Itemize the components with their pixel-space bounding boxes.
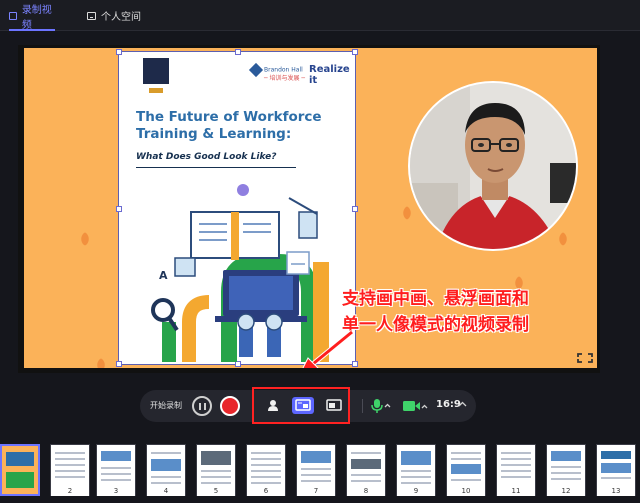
thumbnail-page[interactable]: 8 — [346, 444, 386, 496]
slide-preview: Brandon Hall ─ 培训与发展 ─ Realize it The Fu… — [24, 48, 597, 368]
tab-personal-space[interactable]: 个人空间 — [87, 0, 147, 31]
thumbnail-page[interactable]: 10 — [446, 444, 486, 496]
page-thumbnail-strip: 2 3 4 5 6 7 8 9 10 11 12 13 — [0, 440, 640, 503]
resize-handle[interactable] — [116, 206, 122, 212]
thumbnail-page[interactable]: 3 — [96, 444, 136, 496]
pause-button[interactable] — [192, 396, 212, 416]
mode-floating-window-button[interactable] — [323, 397, 345, 414]
arrow-pointer-icon — [302, 330, 354, 368]
microphone-toggle[interactable] — [370, 398, 392, 414]
award-badge-logo — [143, 58, 169, 93]
thumbnail-number: 9 — [397, 487, 435, 496]
thumbnail-number: 13 — [597, 487, 635, 496]
thumbnail-number: 2 — [51, 487, 89, 496]
thumbnail-page[interactable]: 7 — [296, 444, 336, 496]
thumbnail-number: 7 — [297, 487, 335, 496]
thumbnail-number: 5 — [197, 487, 235, 496]
brand-logo: Brandon Hall ─ 培训与发展 ─ — [248, 62, 305, 82]
thumbnail-number: 10 — [447, 487, 485, 496]
resize-handle[interactable] — [235, 49, 241, 55]
thumbnail-number: 11 — [497, 487, 535, 496]
thumbnail-number: 3 — [97, 487, 135, 496]
divider-line — [136, 167, 296, 168]
thumbnail-page[interactable] — [0, 444, 40, 496]
thumbnail-page[interactable]: 4 — [146, 444, 186, 496]
presenter-portrait — [410, 83, 576, 249]
resize-handle[interactable] — [116, 49, 122, 55]
webcam-feed[interactable] — [408, 81, 578, 251]
recording-control-bar: 开始录制 16:9 — [140, 387, 476, 424]
leaf-decoration — [555, 231, 571, 247]
recording-mode-group — [252, 387, 350, 424]
chevron-up-icon — [421, 404, 428, 409]
chevron-up-icon — [384, 403, 391, 408]
document-title: The Future of Workforce Training & Learn… — [136, 109, 322, 142]
top-tab-bar: 录制视频 个人空间 — [0, 0, 640, 31]
folder-icon — [87, 11, 96, 20]
thumbnail-page[interactable]: 2 — [50, 444, 90, 496]
thumbnail-page[interactable]: 6 — [246, 444, 286, 496]
mode-picture-in-picture-button[interactable] — [292, 397, 314, 414]
start-recording-label[interactable]: 开始录制 — [150, 400, 182, 411]
leaf-decoration — [93, 357, 109, 368]
thumbnail-page[interactable]: 12 — [546, 444, 586, 496]
chevron-up-icon[interactable] — [458, 400, 467, 409]
thumbnail-page[interactable]: 9 — [396, 444, 436, 496]
partner-logo: Realize it — [309, 64, 350, 86]
tab-record-video-label: 录制视频 — [21, 4, 52, 31]
floating-window-icon — [326, 399, 342, 411]
person-icon — [268, 400, 278, 411]
record-button[interactable] — [220, 396, 240, 416]
resize-handle[interactable] — [352, 49, 358, 55]
picture-in-picture-icon — [295, 399, 311, 411]
toolbar-divider — [362, 399, 363, 413]
thumbnail-page[interactable]: 13 — [596, 444, 636, 496]
thumbnail-number: 4 — [147, 487, 185, 496]
tab-record-video[interactable]: 录制视频 — [9, 0, 55, 31]
document-subtitle: What Does Good Look Like? — [136, 152, 277, 162]
record-video-icon — [9, 11, 17, 20]
illustration-letter: A — [159, 269, 168, 282]
thumbnail-page[interactable]: 5 — [196, 444, 236, 496]
feature-caption: 支持画中画、悬浮画面和 单一人像模式的视频录制 — [342, 289, 529, 335]
thumbnail-number: 6 — [247, 487, 285, 496]
fullscreen-icon[interactable] — [576, 352, 594, 364]
mode-person-only-button[interactable] — [262, 397, 284, 414]
thumbnail-page[interactable]: 11 — [496, 444, 536, 496]
leaf-decoration — [399, 205, 415, 221]
tab-personal-space-label: 个人空间 — [101, 12, 141, 23]
camera-toggle[interactable] — [402, 399, 428, 413]
resize-handle[interactable] — [116, 361, 122, 367]
thumbnail-number: 8 — [347, 487, 385, 496]
leaf-decoration — [77, 231, 93, 247]
document-page[interactable]: Brandon Hall ─ 培训与发展 ─ Realize it The Fu… — [116, 49, 358, 367]
thumbnail-number: 12 — [547, 487, 585, 496]
brand-mark-icon — [248, 62, 264, 78]
